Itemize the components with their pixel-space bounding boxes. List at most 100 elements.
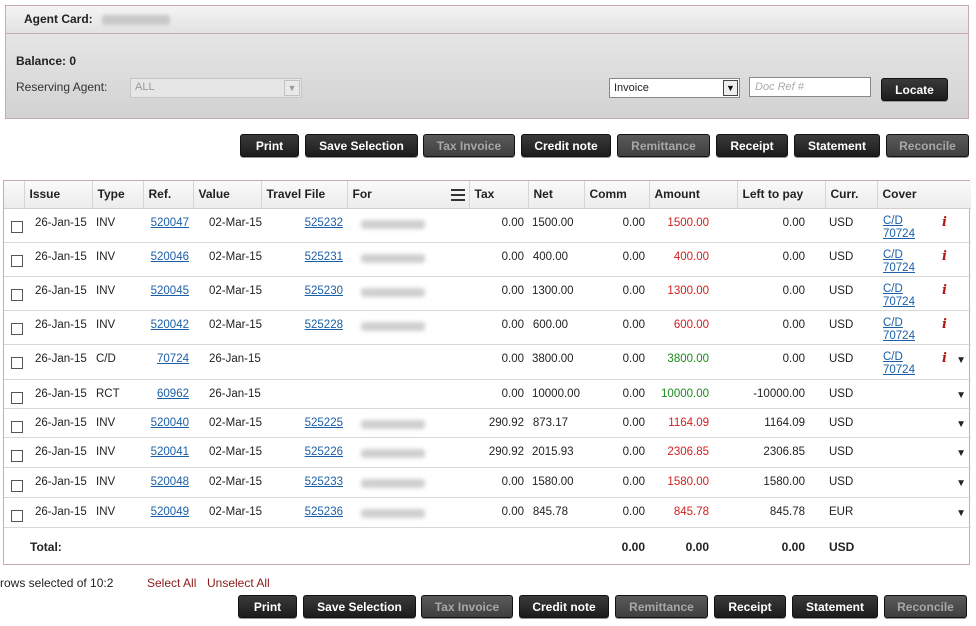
column-header-for[interactable]: For bbox=[347, 181, 470, 209]
column-header-travel-file[interactable]: Travel File bbox=[261, 181, 348, 209]
ref-link[interactable]: 520042 bbox=[151, 319, 189, 331]
ref-link[interactable]: 520046 bbox=[151, 251, 189, 263]
row-checkbox[interactable] bbox=[11, 288, 23, 301]
reserving-agent-label: Reserving Agent: bbox=[16, 80, 108, 94]
net-amount: 1300.00 bbox=[528, 276, 584, 311]
row-checkbox[interactable] bbox=[11, 356, 23, 369]
issue-date: 26-Jan-15 bbox=[24, 344, 92, 380]
select-all-link[interactable]: Select All bbox=[147, 576, 196, 590]
tax-invoice-button[interactable]: Tax Invoice bbox=[423, 134, 515, 157]
column-header-amount[interactable]: Amount bbox=[649, 181, 738, 209]
row-dropdown-icon[interactable]: ▼ bbox=[956, 418, 966, 431]
column-header-net[interactable]: Net bbox=[528, 181, 585, 209]
credit-note-button[interactable]: Credit note bbox=[521, 134, 611, 157]
save-selection-button[interactable]: Save Selection bbox=[305, 134, 418, 157]
cover-link[interactable]: C/D 70724 bbox=[883, 215, 915, 240]
travel-file-link[interactable]: 525225 bbox=[305, 417, 343, 429]
reserving-agent-select[interactable]: ALL ▼ bbox=[130, 78, 302, 98]
doc-type-select[interactable]: Invoice ▼ bbox=[609, 78, 740, 98]
row-dropdown-icon[interactable]: ▼ bbox=[956, 354, 966, 367]
info-icon[interactable]: i bbox=[942, 216, 947, 229]
reserving-agent-value: ALL bbox=[135, 81, 155, 93]
cover-link[interactable]: C/D 70724 bbox=[883, 317, 915, 342]
table-row[interactable]: 26-Jan-15 INV 520041 02-Mar-15 525226 290.92 2… bbox=[4, 437, 971, 468]
column-header-issue[interactable]: Issue bbox=[24, 181, 93, 209]
tax-amount: 0.00 bbox=[469, 276, 528, 311]
column-header-curr[interactable]: Curr. bbox=[825, 181, 878, 209]
ref-link[interactable]: 520045 bbox=[151, 285, 189, 297]
row-dropdown-icon[interactable]: ▼ bbox=[956, 477, 966, 490]
ref-link[interactable]: 520047 bbox=[151, 217, 189, 229]
remittance-button[interactable]: Remittance bbox=[617, 134, 710, 157]
receipt-button[interactable]: Receipt bbox=[716, 134, 788, 157]
comm-amount: 0.00 bbox=[584, 242, 649, 277]
row-checkbox[interactable] bbox=[11, 479, 23, 492]
table-row[interactable]: 26-Jan-15 INV 520048 02-Mar-15 525233 0.00 158… bbox=[4, 467, 971, 498]
table-row[interactable]: 26-Jan-15 INV 520042 02-Mar-15 525228 0.00 600… bbox=[4, 310, 971, 345]
travel-file-link[interactable]: 525231 bbox=[305, 251, 343, 263]
for-cell bbox=[347, 437, 469, 468]
receipt-button[interactable]: Receipt bbox=[714, 595, 786, 618]
info-icon[interactable]: i bbox=[942, 284, 947, 297]
row-dropdown-icon[interactable]: ▼ bbox=[956, 507, 966, 520]
cover-ref: 70724 bbox=[883, 227, 915, 240]
travel-file-link[interactable]: 525230 bbox=[305, 285, 343, 297]
print-button[interactable]: Print bbox=[238, 595, 297, 618]
table-row[interactable]: 26-Jan-15 INV 520047 02-Mar-15 525232 0.00 150… bbox=[4, 208, 971, 243]
table-row[interactable]: 26-Jan-15 INV 520046 02-Mar-15 525231 0.00 400… bbox=[4, 242, 971, 277]
info-icon[interactable]: i bbox=[942, 250, 947, 263]
row-checkbox[interactable] bbox=[11, 420, 23, 433]
currency: USD bbox=[825, 344, 877, 380]
row-checkbox[interactable] bbox=[11, 254, 23, 267]
table-row[interactable]: 26-Jan-15 INV 520049 02-Mar-15 525236 0.00 845… bbox=[4, 497, 971, 528]
statement-button[interactable]: Statement bbox=[794, 134, 880, 157]
ref-link[interactable]: 70724 bbox=[157, 353, 189, 365]
reconcile-button[interactable]: Reconcile bbox=[884, 595, 967, 618]
credit-note-button[interactable]: Credit note bbox=[519, 595, 609, 618]
row-checkbox[interactable] bbox=[11, 220, 23, 233]
column-header-ref[interactable]: Ref. bbox=[143, 181, 194, 209]
column-header-type[interactable]: Type bbox=[92, 181, 144, 209]
column-menu-icon[interactable] bbox=[450, 189, 465, 204]
ref-link[interactable]: 520041 bbox=[151, 446, 189, 458]
unselect-all-link[interactable]: Unselect All bbox=[207, 576, 270, 590]
tax-invoice-button[interactable]: Tax Invoice bbox=[421, 595, 513, 618]
column-header-tax[interactable]: Tax bbox=[469, 181, 529, 209]
reconcile-button[interactable]: Reconcile bbox=[886, 134, 969, 157]
doc-ref-input[interactable]: Doc Ref # bbox=[749, 77, 871, 97]
travel-file-link[interactable]: 525233 bbox=[305, 476, 343, 488]
travel-file-link[interactable]: 525236 bbox=[305, 506, 343, 518]
cover-link[interactable]: C/D 70724 bbox=[883, 249, 915, 274]
row-checkbox[interactable] bbox=[11, 391, 23, 404]
row-checkbox[interactable] bbox=[11, 509, 23, 522]
travel-file-link[interactable]: 525228 bbox=[305, 319, 343, 331]
table-row[interactable]: 26-Jan-15 C/D 70724 26-Jan-15 0.00 3800.00 0.0… bbox=[4, 344, 971, 380]
table-row[interactable]: 26-Jan-15 INV 520045 02-Mar-15 525230 0.00 130… bbox=[4, 276, 971, 311]
column-header-left-to-pay[interactable]: Left to pay bbox=[737, 181, 826, 209]
cover-link[interactable]: C/D 70724 bbox=[883, 283, 915, 308]
table-row[interactable]: 26-Jan-15 INV 520040 02-Mar-15 525225 290.92 8… bbox=[4, 408, 971, 438]
ref-link[interactable]: 520040 bbox=[151, 417, 189, 429]
row-dropdown-icon[interactable]: ▼ bbox=[956, 389, 966, 402]
total-row: Total: 0.00 0.00 0.00 USD bbox=[4, 527, 971, 554]
info-icon[interactable]: i bbox=[942, 352, 947, 365]
travel-file-link[interactable]: 525226 bbox=[305, 446, 343, 458]
save-selection-button[interactable]: Save Selection bbox=[303, 595, 416, 618]
statement-button[interactable]: Statement bbox=[792, 595, 878, 618]
row-checkbox[interactable] bbox=[11, 322, 23, 335]
column-header-value[interactable]: Value bbox=[193, 181, 262, 209]
locate-button[interactable]: Locate bbox=[881, 78, 948, 101]
info-icon[interactable]: i bbox=[942, 318, 947, 331]
column-header-comm[interactable]: Comm bbox=[584, 181, 650, 209]
ref-link[interactable]: 60962 bbox=[157, 388, 189, 400]
row-dropdown-icon[interactable]: ▼ bbox=[956, 447, 966, 460]
cover-link[interactable]: C/D 70724 bbox=[883, 351, 915, 376]
table-row[interactable]: 26-Jan-15 RCT 60962 26-Jan-15 0.00 10000.00 0.… bbox=[4, 379, 971, 409]
remittance-button[interactable]: Remittance bbox=[615, 595, 708, 618]
travel-file-link[interactable]: 525232 bbox=[305, 217, 343, 229]
print-button[interactable]: Print bbox=[240, 134, 299, 157]
column-header-cover[interactable]: Cover bbox=[877, 181, 971, 209]
row-checkbox[interactable] bbox=[11, 449, 23, 462]
ref-link[interactable]: 520048 bbox=[151, 476, 189, 488]
ref-link[interactable]: 520049 bbox=[151, 506, 189, 518]
